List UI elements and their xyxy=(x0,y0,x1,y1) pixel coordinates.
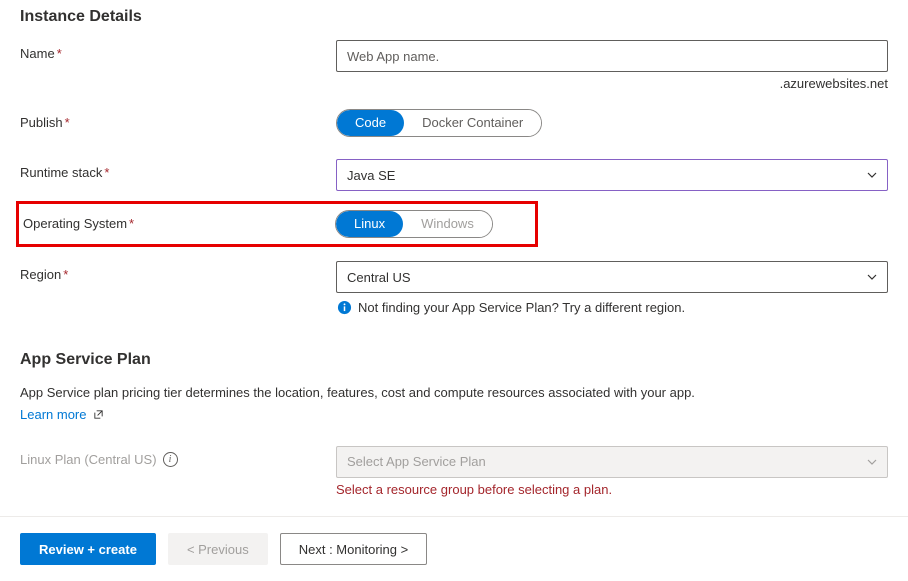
previous-button: < Previous xyxy=(168,533,268,565)
publish-label: Publish* xyxy=(20,109,336,130)
review-create-button[interactable]: Review + create xyxy=(20,533,156,565)
os-option-windows: Windows xyxy=(403,211,492,237)
os-label: Operating System* xyxy=(19,210,335,231)
region-hint-row: Not finding your App Service Plan? Try a… xyxy=(336,299,888,315)
plan-error-text: Select a resource group before selecting… xyxy=(336,482,888,497)
region-label: Region* xyxy=(20,261,336,282)
runtime-select[interactable]: Java SE xyxy=(336,159,888,191)
section-app-plan-title: App Service Plan xyxy=(20,351,888,369)
info-icon xyxy=(336,299,352,315)
region-hint-text: Not finding your App Service Plan? Try a… xyxy=(358,300,685,315)
row-runtime: Runtime stack* Java SE xyxy=(20,159,888,191)
section-instance-details-title: Instance Details xyxy=(20,8,888,26)
row-name: Name* .azurewebsites.net xyxy=(20,40,888,91)
runtime-label: Runtime stack* xyxy=(20,159,336,180)
publish-toggle[interactable]: Code Docker Container xyxy=(336,109,542,137)
name-suffix: .azurewebsites.net xyxy=(336,76,888,91)
row-linux-plan: Linux Plan (Central US) i Select App Ser… xyxy=(20,446,888,497)
info-outline-icon[interactable]: i xyxy=(163,452,178,467)
publish-option-code[interactable]: Code xyxy=(337,110,404,136)
row-region: Region* Central US Not finding your App … xyxy=(20,261,888,315)
app-plan-desc: App Service plan pricing tier determines… xyxy=(20,383,888,403)
learn-more-link[interactable]: Learn more xyxy=(20,407,104,422)
publish-option-docker[interactable]: Docker Container xyxy=(404,110,541,136)
os-toggle[interactable]: Linux Windows xyxy=(335,210,493,238)
name-input[interactable] xyxy=(336,40,888,72)
name-label: Name* xyxy=(20,40,336,61)
linux-plan-select: Select App Service Plan xyxy=(336,446,888,478)
external-link-icon xyxy=(89,407,104,422)
next-button[interactable]: Next : Monitoring > xyxy=(280,533,427,565)
os-option-linux[interactable]: Linux xyxy=(336,211,403,237)
row-os: Operating System* Linux Windows xyxy=(16,201,538,247)
region-select[interactable]: Central US xyxy=(336,261,888,293)
linux-plan-label: Linux Plan (Central US) i xyxy=(20,446,336,467)
row-publish: Publish* Code Docker Container xyxy=(20,109,888,141)
footer-actions: Review + create < Previous Next : Monito… xyxy=(0,516,908,581)
